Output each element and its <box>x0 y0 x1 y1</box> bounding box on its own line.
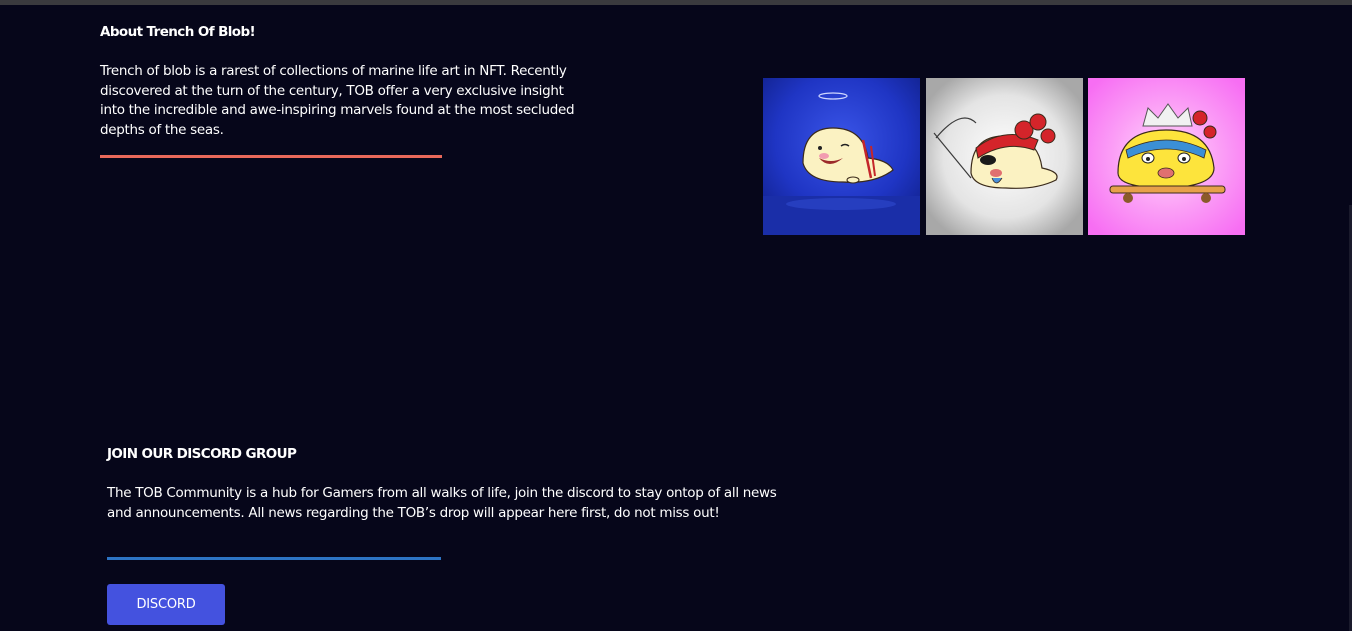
discord-section: JOIN OUR DISCORD GROUP The TOB Community… <box>107 444 797 523</box>
discord-description: The TOB Community is a hub for Gamers fr… <box>107 485 777 521</box>
about-section: About Trench Of Blob! Trench of blob is … <box>100 22 590 141</box>
nft-gallery <box>763 78 1246 235</box>
discord-divider <box>107 557 441 560</box>
browser-top-strip <box>0 0 1352 5</box>
discord-title: JOIN OUR DISCORD GROUP <box>107 446 297 462</box>
pirate-blob-nft-image <box>926 78 1083 235</box>
skater-blob-nft-image <box>1088 78 1245 235</box>
about-title: About Trench Of Blob! <box>100 24 256 40</box>
discord-button[interactable]: DISCORD <box>107 584 225 625</box>
angel-blob-nft-image <box>763 78 920 235</box>
about-divider <box>100 155 442 158</box>
about-description: Trench of blob is a rarest of collection… <box>100 63 575 139</box>
